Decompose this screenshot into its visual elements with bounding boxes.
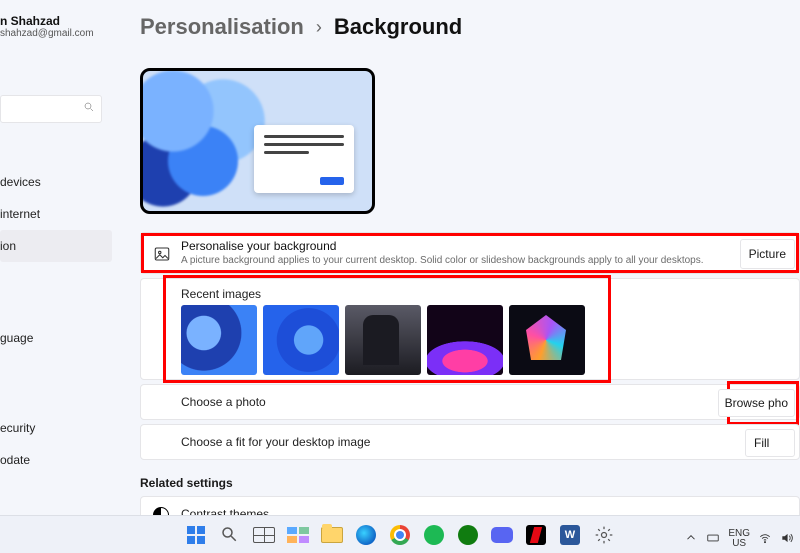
sidebar-item-internet[interactable]: internet	[0, 198, 112, 230]
discord-button[interactable]	[488, 521, 516, 549]
xbox-icon	[458, 525, 478, 545]
word-button[interactable]: W	[556, 521, 584, 549]
dropdown-value: Fill	[754, 436, 769, 450]
sidebar-item-label: guage	[0, 331, 33, 345]
breadcrumb-level2: Background	[334, 14, 462, 40]
taskbar-search-button[interactable]	[216, 521, 244, 549]
folder-icon	[321, 527, 343, 543]
sidebar-item-label: ion	[0, 239, 16, 253]
wifi-icon[interactable]	[758, 531, 772, 548]
lang-bottom: US	[728, 539, 750, 549]
sidebar-item-label: odate	[0, 453, 30, 467]
sidebar-nav-bottom: guage ecurity odate	[0, 322, 112, 476]
contrast-label: Contrast themes	[181, 507, 269, 515]
recent-images-label: Recent images	[181, 287, 261, 301]
widgets-icon	[287, 527, 309, 543]
background-type-dropdown[interactable]: Picture	[740, 239, 795, 269]
personalise-subtitle: A picture background applies to your cur…	[181, 255, 704, 266]
sidebar-item-devices[interactable]: devices	[0, 166, 112, 198]
breadcrumb: Personalisation › Background	[140, 14, 462, 40]
dropdown-value: Picture	[749, 247, 786, 261]
word-icon: W	[560, 525, 580, 545]
sidebar-item-label: devices	[0, 175, 41, 189]
chrome-icon	[390, 525, 410, 545]
sidebar-item-personalisation[interactable]: ion	[0, 230, 112, 262]
choose-fit-label: Choose a fit for your desktop image	[181, 435, 370, 449]
choose-fit-row: Choose a fit for your desktop image Fill	[140, 424, 800, 460]
taskbar-system-tray: ENG US	[684, 529, 794, 549]
netflix-button[interactable]	[522, 521, 550, 549]
tray-overflow-button[interactable]	[684, 531, 698, 548]
related-settings-heading: Related settings	[140, 476, 233, 490]
personalise-background-row[interactable]: Personalise your background A picture ba…	[140, 232, 800, 274]
recent-image-thumb[interactable]	[263, 305, 339, 375]
sidebar-item-label: ecurity	[0, 421, 35, 435]
volume-icon[interactable]	[780, 531, 794, 548]
widgets-button[interactable]	[284, 521, 312, 549]
personalise-title: Personalise your background	[181, 239, 336, 253]
start-button[interactable]	[182, 521, 210, 549]
spotify-icon	[424, 525, 444, 545]
gear-icon	[594, 525, 614, 545]
recent-images-thumbs	[181, 305, 585, 375]
preview-accent-button	[320, 177, 344, 185]
sidebar-item-update[interactable]: odate	[0, 444, 112, 476]
fit-dropdown[interactable]: Fill	[745, 429, 795, 457]
desktop-preview	[140, 68, 375, 214]
keyboard-icon[interactable]	[706, 531, 720, 548]
taskbar: W ENG US	[0, 515, 800, 553]
sidebar-nav-top: devices internet ion	[0, 166, 112, 262]
preview-window	[254, 125, 354, 193]
profile-name: n Shahzad	[0, 14, 112, 28]
sidebar-item-security[interactable]: ecurity	[0, 412, 112, 444]
recent-image-thumb[interactable]	[345, 305, 421, 375]
sidebar-search-input[interactable]	[0, 95, 102, 123]
profile-block[interactable]: n Shahzad shahzad@gmail.com	[0, 14, 112, 39]
chevron-right-icon: ›	[316, 17, 322, 38]
button-label: Browse pho	[725, 396, 788, 410]
explorer-button[interactable]	[318, 521, 346, 549]
taskbar-center: W	[182, 521, 618, 549]
task-view-icon	[253, 527, 275, 543]
settings-button[interactable]	[590, 521, 618, 549]
edge-icon	[356, 525, 376, 545]
breadcrumb-level1[interactable]: Personalisation	[140, 14, 304, 40]
picture-icon	[153, 245, 171, 263]
discord-icon	[491, 527, 513, 543]
chrome-button[interactable]	[386, 521, 414, 549]
contrast-themes-row[interactable]: Contrast themes	[140, 496, 800, 515]
spotify-button[interactable]	[420, 521, 448, 549]
settings-sidebar: n Shahzad shahzad@gmail.com devices inte…	[0, 0, 112, 515]
language-indicator[interactable]: ENG US	[728, 529, 750, 549]
choose-photo-label: Choose a photo	[181, 395, 266, 409]
recent-images-row: Recent images	[140, 278, 800, 380]
sidebar-item-language[interactable]: guage	[0, 322, 112, 354]
settings-main: Personalisation › Background Personalise…	[140, 0, 800, 515]
recent-image-thumb[interactable]	[427, 305, 503, 375]
contrast-icon	[153, 507, 169, 515]
recent-image-thumb[interactable]	[509, 305, 585, 375]
sidebar-item-label: internet	[0, 207, 40, 221]
profile-email: shahzad@gmail.com	[0, 28, 112, 39]
search-icon	[220, 525, 240, 545]
task-view-button[interactable]	[250, 521, 278, 549]
xbox-button[interactable]	[454, 521, 482, 549]
netflix-icon	[526, 525, 546, 545]
recent-image-thumb[interactable]	[181, 305, 257, 375]
search-icon	[83, 100, 95, 118]
edge-button[interactable]	[352, 521, 380, 549]
choose-photo-row: Choose a photo Browse pho	[140, 384, 800, 420]
browse-photos-button[interactable]: Browse pho	[718, 389, 795, 417]
